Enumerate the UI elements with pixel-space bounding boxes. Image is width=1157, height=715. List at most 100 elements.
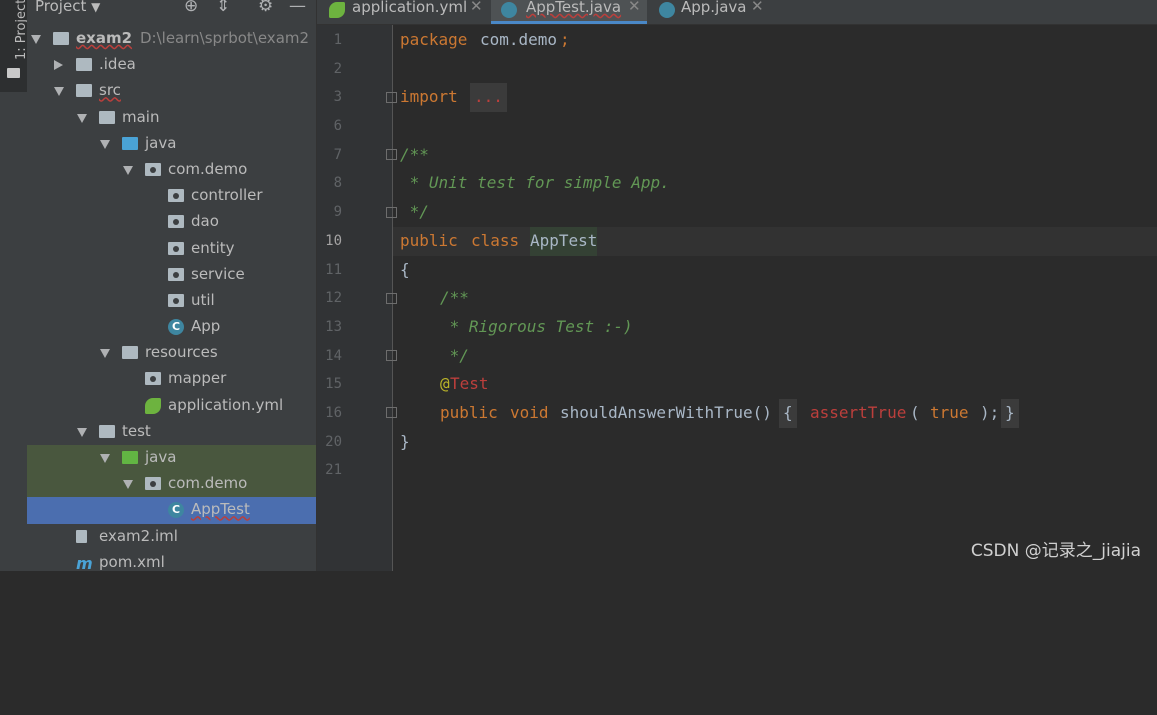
tree-item[interactable]: dao — [27, 209, 316, 235]
close-icon[interactable]: ✕ — [470, 0, 483, 15]
doc-comment: /** — [440, 288, 469, 307]
tree-item[interactable]: util — [27, 288, 316, 314]
project-panel-header: Project ▼ ⊕ ⇕ ⚙ — — [27, 0, 316, 18]
tree-item[interactable]: service — [27, 262, 316, 288]
expand-arrow-icon[interactable] — [100, 454, 110, 463]
tree-item-label: dao — [191, 212, 219, 231]
gear-icon[interactable]: ⚙ — [258, 0, 273, 16]
folder-icon — [122, 451, 138, 464]
tree-item[interactable]: entity — [27, 236, 316, 262]
watermark: CSDN @记录之_jiajia — [970, 541, 1141, 561]
expand-arrow-icon[interactable] — [31, 35, 41, 44]
tool-window-tab-project[interactable]: 1: Project — [0, 0, 29, 92]
tree-item[interactable]: m pom.xml — [27, 550, 316, 576]
tree-item[interactable]: com.demo — [27, 157, 316, 183]
doc-comment: /** — [400, 145, 429, 164]
code-line: * Unit test for simple App. — [393, 169, 1157, 198]
tree-item[interactable]: .idea — [27, 52, 316, 78]
paren: ); — [980, 403, 1000, 422]
collapse-icon[interactable]: ⇕ — [216, 0, 230, 16]
line-number: 2 — [333, 61, 342, 77]
tree-item[interactable]: mapper — [27, 366, 316, 392]
editor-tab-bar: application.yml ✕ AppTest.java ✕ App.jav… — [317, 0, 1157, 25]
class-icon — [501, 2, 517, 18]
folder-icon — [122, 136, 138, 150]
doc-comment: */ — [440, 346, 469, 365]
tree-item[interactable]: src — [27, 78, 316, 104]
tree-item-label: java — [145, 448, 177, 466]
tree-item-label: .idea — [99, 55, 136, 74]
tree-item[interactable]: java — [27, 445, 316, 472]
doc-comment: */ — [400, 202, 429, 221]
folder-icon — [99, 424, 115, 438]
package-icon — [168, 189, 184, 203]
project-panel: Project ▼ ⊕ ⇕ ⚙ — exam2 D:\learn\sprbot\e… — [27, 0, 317, 573]
tree-item[interactable]: exam2.iml — [27, 524, 316, 550]
tree-item-label: java — [145, 133, 177, 152]
tree-item-label: exam2 — [76, 29, 133, 47]
code-line: { — [393, 256, 1157, 285]
tab-app-java[interactable]: App.java ✕ — [651, 0, 771, 24]
method-call: assertTrue — [810, 403, 907, 422]
tree-item[interactable]: java — [27, 131, 316, 157]
code-line-current: public class AppTest — [393, 227, 1157, 256]
tool-window-strip: 1: Project — [0, 0, 29, 571]
chevron-down-icon: ▼ — [91, 0, 101, 14]
expand-arrow-icon[interactable] — [123, 165, 133, 175]
code-line: * Rigorous Test :-) — [393, 313, 1157, 342]
close-icon[interactable]: ✕ — [751, 0, 764, 15]
package-icon — [145, 372, 161, 386]
line-number: 15 — [325, 376, 342, 392]
keyword: class — [471, 231, 520, 250]
line-number: 11 — [325, 262, 342, 278]
tree-item[interactable]: controller — [27, 183, 316, 209]
tree-item[interactable]: com.demo — [27, 471, 316, 498]
module-file-icon — [76, 529, 87, 543]
locate-icon[interactable]: ⊕ — [184, 0, 198, 16]
folder-icon — [122, 346, 138, 360]
tree-item-label: service — [191, 264, 245, 283]
package-icon — [168, 267, 184, 281]
code-editor[interactable]: package com.demo ; import ... /** * Unit… — [393, 25, 1157, 571]
brace: { — [400, 260, 410, 279]
package-icon — [145, 162, 161, 176]
tree-item-label: com.demo — [168, 159, 248, 178]
minimize-icon[interactable]: — — [289, 0, 306, 16]
line-number: 10 — [325, 233, 342, 249]
expand-arrow-icon[interactable] — [54, 87, 64, 97]
annotation-at: @ — [440, 374, 450, 393]
tree-item[interactable]: test — [27, 419, 316, 445]
expand-arrow-icon[interactable] — [100, 139, 110, 149]
close-icon[interactable]: ✕ — [628, 0, 641, 15]
spring-icon — [145, 397, 161, 414]
tree-item[interactable]: resources — [27, 340, 316, 366]
tree-item[interactable]: application.yml — [27, 393, 316, 419]
line-number: 13 — [325, 319, 342, 335]
tab-application-yml[interactable]: application.yml ✕ — [317, 0, 487, 24]
line-number: 8 — [333, 175, 342, 191]
tree-item[interactable]: C App — [27, 314, 316, 340]
tree-item-label: util — [191, 290, 215, 309]
tree-item-label: controller — [191, 186, 263, 205]
tree-item[interactable]: exam2 D:\learn\sprbot\exam2 — [27, 26, 316, 52]
project-view-selector[interactable]: Project ▼ — [35, 0, 100, 15]
project-panel-title: Project — [35, 0, 87, 15]
code-line: */ — [393, 198, 1157, 227]
class-name: AppTest — [530, 227, 598, 256]
folder-icon — [99, 110, 115, 124]
expand-arrow-icon[interactable] — [100, 349, 110, 359]
tree-item-label: com.demo — [168, 474, 248, 493]
tree-item[interactable]: main — [27, 105, 316, 131]
tree-item-label: application.yml — [168, 395, 284, 414]
folded-imports[interactable]: ... — [470, 83, 507, 112]
code-line: /** — [393, 284, 1157, 313]
collapse-arrow-icon[interactable] — [54, 60, 63, 71]
tree-item[interactable]: C AppTest — [27, 497, 316, 524]
package-icon — [168, 293, 184, 307]
keyword: package — [400, 30, 468, 49]
expand-arrow-icon[interactable] — [123, 480, 133, 490]
expand-arrow-icon[interactable] — [77, 113, 87, 123]
tab-apptest-java[interactable]: AppTest.java ✕ — [491, 0, 647, 24]
doc-comment: * Unit test for simple App. — [400, 173, 670, 192]
expand-arrow-icon[interactable] — [77, 427, 87, 437]
